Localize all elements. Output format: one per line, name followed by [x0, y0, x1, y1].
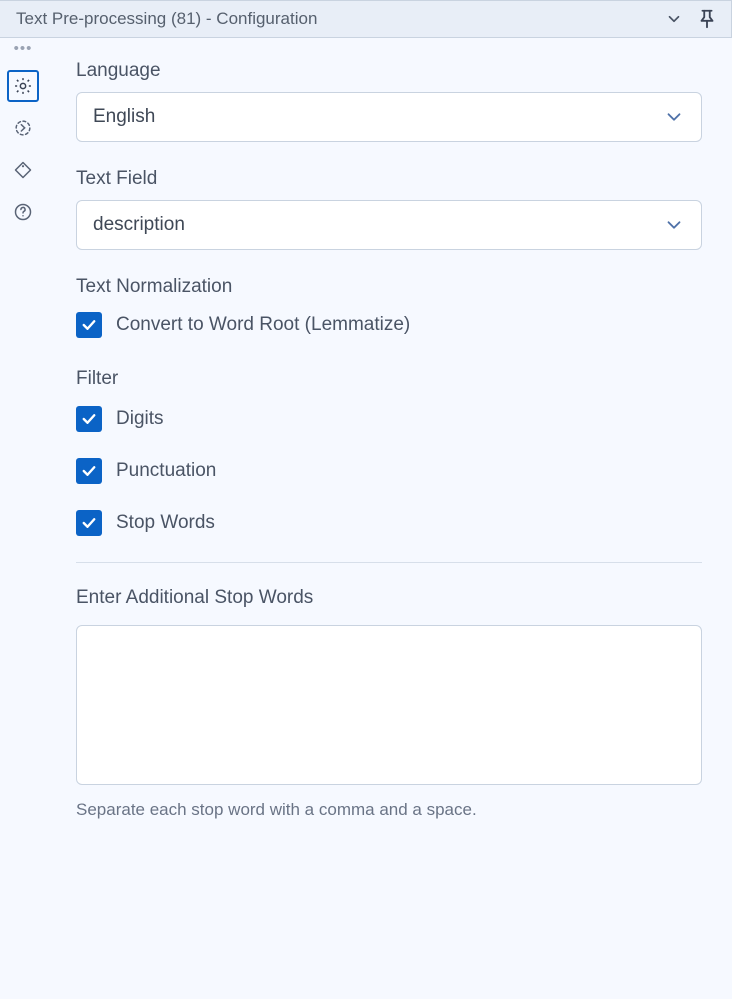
- filter-group: Filter Digits Punctuation Stop Words: [76, 368, 702, 536]
- help-icon: [13, 202, 33, 222]
- punctuation-checkbox[interactable]: Punctuation: [76, 458, 702, 484]
- checkbox-checked-icon: [76, 458, 102, 484]
- pin-icon: [696, 8, 718, 30]
- panel-body: ••• Languag: [0, 38, 732, 999]
- panel-header: Text Pre-processing (81) - Configuration: [0, 0, 732, 38]
- stopwords-checkbox[interactable]: Stop Words: [76, 510, 702, 536]
- textfield-label: Text Field: [76, 168, 702, 190]
- chevron-down-icon: [663, 214, 685, 236]
- textfield-select[interactable]: description: [76, 200, 702, 250]
- textfield-value: description: [93, 214, 185, 236]
- more-icon[interactable]: •••: [14, 46, 33, 60]
- header-actions: [663, 5, 721, 33]
- checkbox-checked-icon: [76, 312, 102, 338]
- checkbox-checked-icon: [76, 406, 102, 432]
- extra-stopwords-label: Enter Additional Stop Words: [76, 587, 702, 609]
- gear-icon: [13, 76, 33, 96]
- language-select[interactable]: English: [76, 92, 702, 142]
- tag-icon: [13, 160, 33, 180]
- chevron-down-icon: [663, 106, 685, 128]
- tag-tab[interactable]: [7, 154, 39, 186]
- stopwords-label: Stop Words: [116, 512, 215, 534]
- panel-title: Text Pre-processing (81) - Configuration: [16, 9, 317, 29]
- punctuation-label: Punctuation: [116, 460, 216, 482]
- language-label: Language: [76, 60, 702, 82]
- config-tab[interactable]: [7, 70, 39, 102]
- help-tab[interactable]: [7, 196, 39, 228]
- language-value: English: [93, 106, 155, 128]
- section-divider: [76, 562, 702, 563]
- chevron-down-icon: [665, 10, 683, 28]
- extra-stopwords-input[interactable]: [76, 625, 702, 785]
- extra-stopwords-helper: Separate each stop word with a comma and…: [76, 800, 702, 820]
- config-form: Language English Text Field description …: [46, 38, 732, 999]
- pin-button[interactable]: [693, 5, 721, 33]
- checkbox-checked-icon: [76, 510, 102, 536]
- refresh-icon: [13, 118, 33, 138]
- digits-checkbox[interactable]: Digits: [76, 406, 702, 432]
- collapse-button[interactable]: [663, 8, 685, 30]
- filter-label: Filter: [76, 368, 702, 390]
- side-toolbar: •••: [0, 38, 46, 999]
- normalization-label: Text Normalization: [76, 276, 702, 298]
- refresh-tab[interactable]: [7, 112, 39, 144]
- lemmatize-checkbox[interactable]: Convert to Word Root (Lemmatize): [76, 312, 702, 338]
- lemmatize-label: Convert to Word Root (Lemmatize): [116, 314, 410, 336]
- digits-label: Digits: [116, 408, 164, 430]
